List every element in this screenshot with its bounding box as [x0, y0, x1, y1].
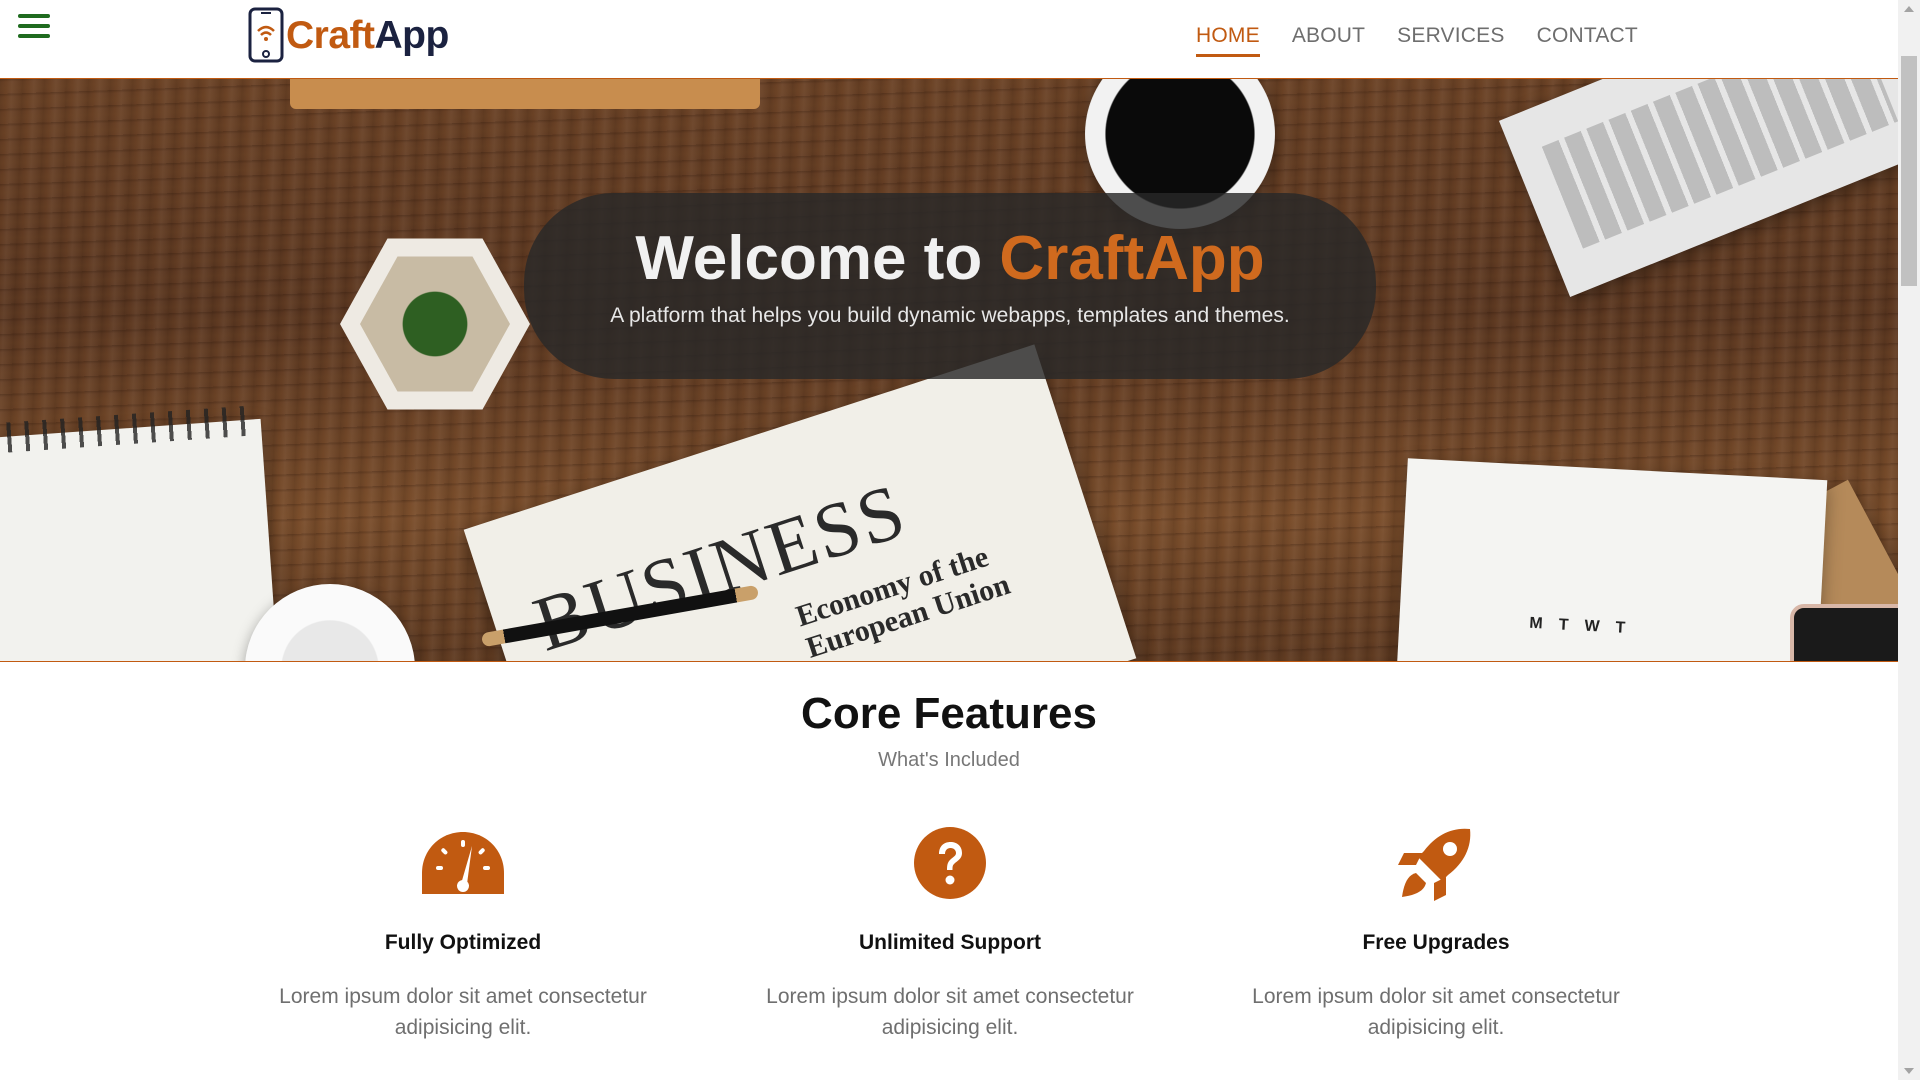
hamburger-bar: [18, 14, 50, 18]
smartphone-image: [1790, 604, 1898, 661]
feature-description: Lorem ipsum dolor sit amet consectetur a…: [740, 981, 1160, 1043]
phone-logo-icon: [248, 7, 284, 63]
feature-card: Fully Optimized Lorem ipsum dolor sit am…: [253, 823, 673, 1043]
features-title: Core Features: [801, 689, 1097, 738]
scroll-up-arrow-icon[interactable]: [1904, 6, 1914, 12]
notebook-image: [0, 405, 279, 661]
nav-link-about[interactable]: ABOUT: [1292, 24, 1365, 57]
feature-title: Fully Optimized: [384, 931, 542, 954]
scroll-down-arrow-icon[interactable]: [1904, 1068, 1914, 1074]
speedometer-icon: [253, 823, 673, 903]
question-circle-icon: [740, 823, 1160, 903]
features-section: Core Features What's Included Fully Opti…: [0, 663, 1898, 1039]
top-navbar: CraftApp HOME ABOUT SERVICES CONTACT: [0, 0, 1898, 79]
feature-description: Lorem ipsum dolor sit amet consectetur a…: [1226, 981, 1646, 1043]
brand-logo[interactable]: CraftApp: [248, 6, 449, 64]
brand-name-part1: Craft: [286, 13, 375, 57]
feature-description-line: adipisicing elit.: [394, 1016, 532, 1039]
hero-banner: Welcome to CraftApp A platform that help…: [524, 193, 1376, 379]
clipboard-image: [290, 79, 760, 109]
rocket-icon: [1226, 823, 1646, 903]
brand-name-part2: App: [374, 13, 450, 57]
feature-description-line: adipisicing elit.: [881, 1016, 1019, 1039]
brand-name: CraftApp: [286, 16, 449, 55]
nav-link-services[interactable]: SERVICES: [1397, 24, 1504, 57]
hero-title-accent: CraftApp: [999, 224, 1265, 293]
feature-description-line: adipisicing elit.: [1367, 1016, 1505, 1039]
feature-card: Unlimited Support Lorem ipsum dolor sit …: [740, 823, 1160, 1043]
hero-title-prefix: Welcome to: [635, 224, 983, 293]
feature-title: Free Upgrades: [1362, 931, 1510, 954]
nav-link-home[interactable]: HOME: [1196, 24, 1260, 57]
feature-title: Unlimited Support: [859, 931, 1041, 954]
main-nav: HOME ABOUT SERVICES CONTACT: [1196, 24, 1670, 57]
feature-description: Lorem ipsum dolor sit amet consectetur a…: [253, 981, 673, 1043]
hero-section: BUSINESS Economy of the European Union MT…: [0, 79, 1898, 662]
scrollbar-thumb[interactable]: [1901, 56, 1917, 286]
page-scrollbar[interactable]: [1898, 0, 1920, 1080]
nav-link-contact[interactable]: CONTACT: [1537, 24, 1638, 57]
hamburger-bar: [18, 24, 50, 28]
hero-subtitle: A platform that helps you build dynamic …: [610, 304, 1290, 327]
hamburger-menu-icon[interactable]: [18, 14, 50, 42]
papers-image: MTWT: [1392, 458, 1828, 661]
hamburger-bar: [18, 34, 50, 38]
feature-description-line: Lorem ipsum dolor sit amet consectetur: [766, 985, 1134, 1008]
hero-title: Welcome to CraftApp: [524, 223, 1376, 294]
feature-description-line: Lorem ipsum dolor sit amet consectetur: [279, 985, 647, 1008]
feature-description-line: Lorem ipsum dolor sit amet consectetur: [1252, 985, 1620, 1008]
features-subtitle: What's Included: [878, 749, 1020, 771]
feature-card: Free Upgrades Lorem ipsum dolor sit amet…: [1226, 823, 1646, 1043]
